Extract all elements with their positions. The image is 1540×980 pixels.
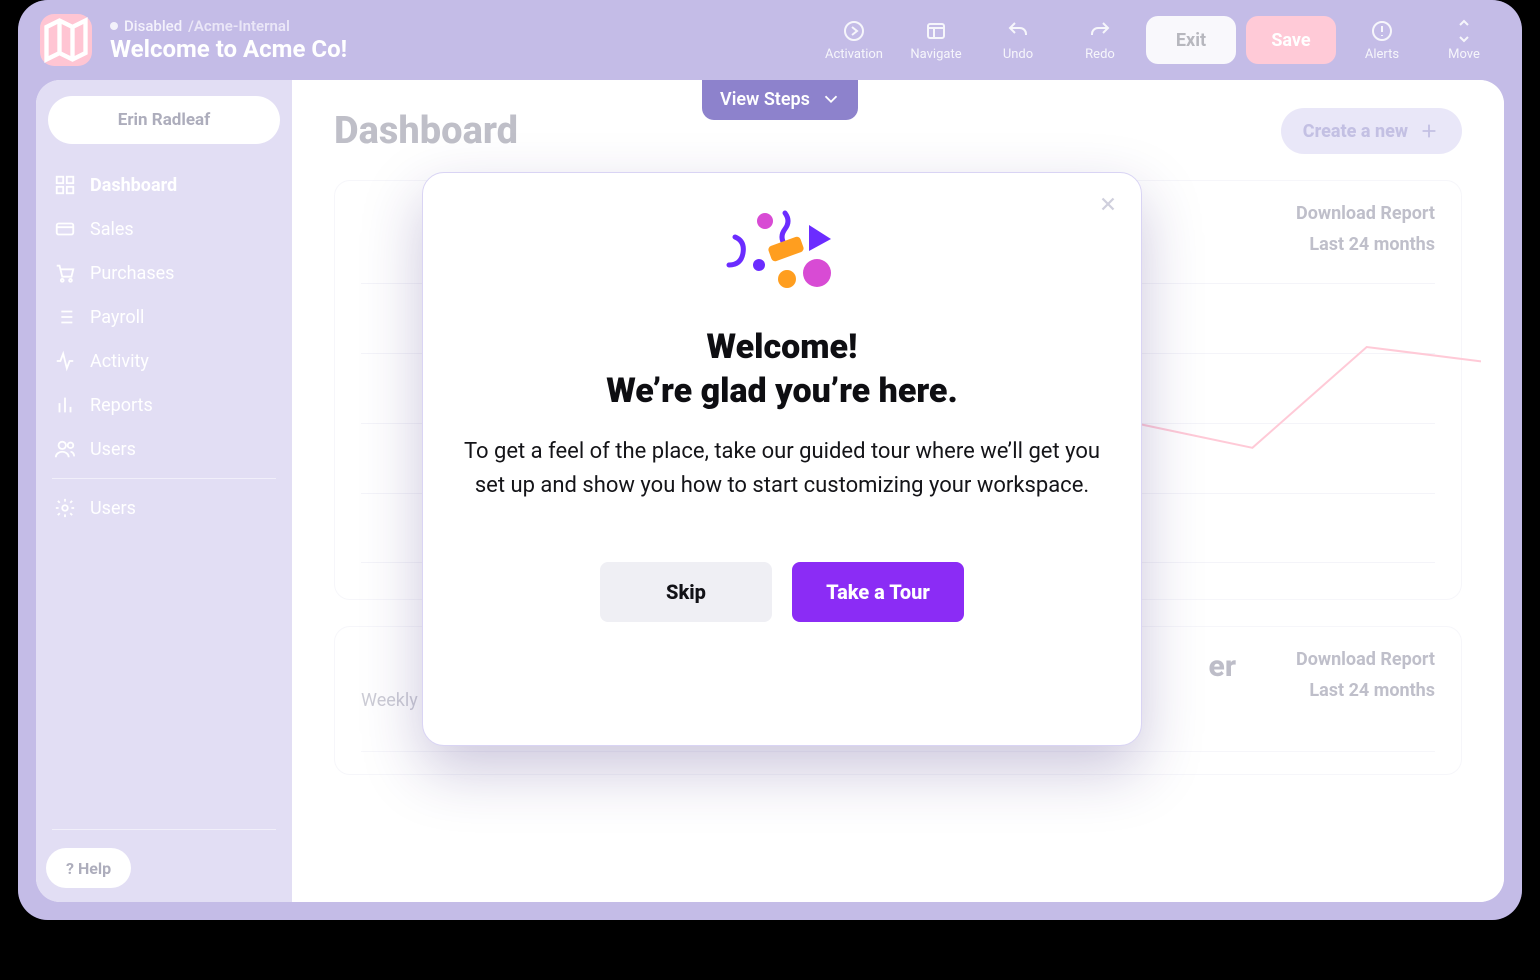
create-new-button[interactable]: Create a new <box>1281 108 1462 154</box>
sidebar-item-label: Payroll <box>90 307 144 328</box>
sidebar-divider-bottom <box>52 829 276 830</box>
range-label-2: Last 24 months <box>1309 680 1435 701</box>
title-block: Disabled /Acme-Internal Welcome to Acme … <box>110 17 347 63</box>
sidebar-item-label: Sales <box>90 219 134 240</box>
sidebar-item-dashboard[interactable]: Dashboard <box>48 166 280 204</box>
status-dot-icon <box>110 22 118 30</box>
save-button[interactable]: Save <box>1246 16 1336 64</box>
alerts-button[interactable]: Alerts <box>1346 9 1418 71</box>
welcome-modal: Welcome! We’re glad you’re here. To get … <box>422 172 1142 746</box>
redo-icon <box>1088 19 1112 43</box>
top-bar: Disabled /Acme-Internal Welcome to Acme … <box>18 0 1522 80</box>
sidebar-item-purchases[interactable]: Purchases <box>48 254 280 292</box>
grid-icon <box>54 174 76 196</box>
activity-icon <box>54 350 76 372</box>
redo-button[interactable]: Redo <box>1064 9 1136 71</box>
exit-button[interactable]: Exit <box>1146 16 1236 64</box>
sidebar-item-reports[interactable]: Reports <box>48 386 280 424</box>
list-icon <box>54 306 76 328</box>
undo-icon <box>1006 19 1030 43</box>
sidebar-item-label: Reports <box>90 395 153 416</box>
sidebar-item-sales[interactable]: Sales <box>48 210 280 248</box>
download-report-link-1[interactable]: Download Report <box>1296 203 1435 224</box>
sidebar: Erin Radleaf Dashboard Sales Purchases Payr… <box>36 80 292 902</box>
sidebar-item-activity[interactable]: Activity <box>48 342 280 380</box>
modal-body: To get a feel of the place, take our gui… <box>463 435 1101 503</box>
sidebar-item-payroll[interactable]: Payroll <box>48 298 280 336</box>
sidebar-item-label: Activity <box>90 351 149 372</box>
breadcrumb-path: /Acme-Internal <box>188 17 290 35</box>
undo-button[interactable]: Undo <box>982 9 1054 71</box>
download-report-link-2[interactable]: Download Report <box>1296 649 1435 670</box>
confetti-illustration <box>717 207 847 307</box>
arrow-circle-icon <box>842 19 866 43</box>
users-icon <box>54 438 76 460</box>
sidebar-divider <box>52 478 276 479</box>
skip-button[interactable]: Skip <box>600 562 772 622</box>
status-label: Disabled <box>124 17 182 35</box>
modal-heading: Welcome! We’re glad you’re here. <box>463 325 1101 413</box>
move-button[interactable]: Move <box>1428 9 1500 71</box>
sidebar-item-settings[interactable]: Users <box>48 489 280 527</box>
sidebar-item-users[interactable]: Users <box>48 430 280 468</box>
app-root: Disabled /Acme-Internal Welcome to Acme … <box>18 0 1522 920</box>
sidebar-item-label: Users <box>90 439 136 460</box>
gear-icon <box>54 497 76 519</box>
navigate-button[interactable]: Navigate <box>900 9 972 71</box>
move-icon <box>1452 19 1476 43</box>
range-label-1: Last 24 months <box>1309 234 1435 255</box>
plus-icon <box>1418 120 1440 142</box>
alert-icon <box>1370 19 1394 43</box>
sidebar-item-label: Dashboard <box>90 175 177 196</box>
take-tour-button[interactable]: Take a Tour <box>792 562 964 622</box>
help-button[interactable]: ? Help <box>46 848 131 888</box>
cart-icon <box>54 262 76 284</box>
close-button[interactable] <box>1097 193 1119 221</box>
chevron-down-icon <box>820 88 842 110</box>
view-steps-dropdown[interactable]: View Steps <box>702 80 858 120</box>
bar-icon <box>54 394 76 416</box>
navigate-icon <box>924 19 948 43</box>
page-heading: Dashboard <box>334 109 518 153</box>
close-icon <box>1097 193 1119 215</box>
map-icon <box>40 14 92 66</box>
sidebar-item-label: Purchases <box>90 263 174 284</box>
app-logo <box>40 14 92 66</box>
activation-button[interactable]: Activation <box>818 9 890 71</box>
user-chip[interactable]: Erin Radleaf <box>48 96 280 144</box>
card-icon <box>54 218 76 240</box>
page-title: Welcome to Acme Co! <box>110 35 347 63</box>
